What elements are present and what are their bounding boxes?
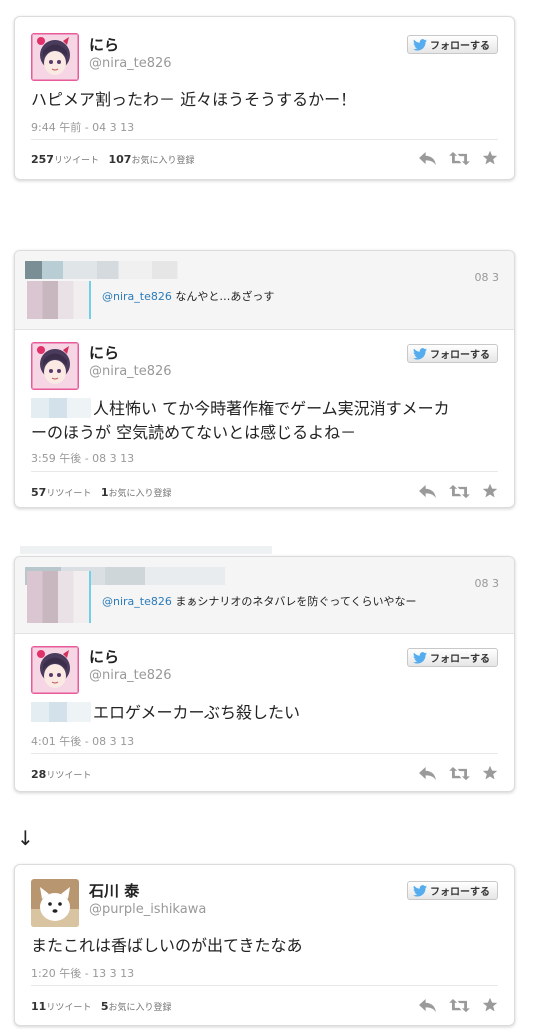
redacted-strip	[20, 546, 272, 554]
user-handle[interactable]: @nira_te826	[89, 364, 172, 379]
reply-body: まぁシナリオのネタバレを防ぐってくらいやなー	[171, 595, 417, 608]
tweet-stats: 28リツイート	[31, 768, 97, 781]
tweet-text: 人柱怖い てか今時著作権でゲーム実況消すメーカ ーのほうが 空気読めてないとは感…	[31, 397, 450, 445]
in-reply-to[interactable]: @nira_te826 まぁシナリオのネタバレを防ぐってくらいやなー 08 3	[15, 557, 514, 634]
reply-icon[interactable]	[418, 998, 437, 1013]
favorite-star-icon[interactable]	[482, 483, 498, 499]
reply-mention[interactable]: @nira_te826	[102, 595, 172, 608]
avatar[interactable]	[31, 879, 79, 927]
retweet-label: リツイート	[46, 771, 92, 781]
retweet-label: リツイート	[53, 156, 99, 166]
avatar[interactable]	[31, 342, 79, 390]
favorite-label: お気に入り登録	[131, 156, 195, 166]
retweet-count[interactable]: 57	[31, 486, 46, 499]
reply-date[interactable]: 08 3	[475, 577, 500, 590]
tweet-actions	[418, 997, 498, 1013]
user-handle[interactable]: @nira_te826	[89, 56, 172, 71]
reply-icon[interactable]	[418, 484, 437, 499]
reply-icon[interactable]	[418, 766, 437, 781]
user-name[interactable]: にら	[89, 342, 119, 363]
tweet-card-2: @nira_te826 なんやと…あざっす 08 3 にら @nira_te82…	[14, 250, 515, 508]
reply-body: なんやと…あざっす	[171, 290, 275, 303]
retweet-count[interactable]: 11	[31, 1000, 46, 1013]
user-handle[interactable]: @purple_ishikawa	[89, 902, 206, 917]
redacted-avatar	[27, 571, 91, 623]
favorite-star-icon[interactable]	[482, 150, 498, 166]
retweet-icon[interactable]	[449, 151, 470, 166]
tweet-timestamp[interactable]: 9:44 午前 - 04 3 13	[31, 119, 134, 135]
reply-text: @nira_te826 まぁシナリオのネタバレを防ぐってくらいやなー	[102, 593, 417, 609]
follow-button[interactable]: フォローする	[407, 344, 498, 363]
follow-label: フォローする	[430, 887, 490, 898]
tweet-timestamp[interactable]: 4:01 午後 - 08 3 13	[31, 733, 134, 749]
user-name[interactable]: にら	[89, 34, 119, 55]
retweet-icon[interactable]	[449, 484, 470, 499]
tweet-text: またこれは香ばしいのが出てきたなあ	[31, 936, 303, 955]
favorite-label: お気に入り登録	[108, 1003, 172, 1013]
tweet-card-4: 石川 泰 @purple_ishikawa フォローする またこれは香ばしいのが…	[14, 864, 515, 1026]
tweet-actions	[418, 483, 498, 499]
user-name[interactable]: 石川 泰	[89, 880, 139, 901]
redacted-name	[25, 261, 237, 279]
twitter-bird-icon	[413, 348, 427, 360]
divider	[31, 753, 498, 754]
follow-button[interactable]: フォローする	[407, 35, 498, 54]
down-arrow: ↓	[17, 826, 34, 850]
tweet-card-1: にら @nira_te826 フォローする ハピメア割ったわ－ 近々ほうそうする…	[14, 16, 515, 180]
follow-button[interactable]: フォローする	[407, 881, 498, 900]
user-handle[interactable]: @nira_te826	[89, 668, 172, 683]
twitter-bird-icon	[413, 652, 427, 664]
retweet-icon[interactable]	[449, 766, 470, 781]
favorite-label: お気に入り登録	[108, 489, 172, 499]
reply-icon[interactable]	[418, 151, 437, 166]
tweet-text-content: エロゲメーカーぶち殺したい	[93, 703, 301, 722]
redacted-mention	[31, 702, 91, 722]
retweet-label: リツイート	[46, 489, 92, 499]
avatar[interactable]	[31, 33, 79, 81]
retweet-count[interactable]: 28	[31, 768, 46, 781]
redacted-mention	[31, 398, 91, 418]
retweet-icon[interactable]	[449, 998, 470, 1013]
tweet-stats: 57リツイート 1お気に入り登録	[31, 486, 178, 499]
tweet-text-line-2: ーのほうが 空気読めてないとは感じるよね－	[31, 423, 357, 442]
tweet-card-3: @nira_te826 まぁシナリオのネタバレを防ぐってくらいやなー 08 3 …	[14, 556, 515, 792]
tweet-stats: 257リツイート 107お気に入り登録	[31, 153, 200, 166]
tweet-actions	[418, 150, 498, 166]
tweet-timestamp[interactable]: 1:20 午後 - 13 3 13	[31, 965, 134, 981]
user-name[interactable]: にら	[89, 646, 119, 667]
favorite-star-icon[interactable]	[482, 765, 498, 781]
divider	[31, 471, 498, 472]
tweet-stats: 11リツイート 5お気に入り登録	[31, 1000, 178, 1013]
retweet-label: リツイート	[46, 1003, 92, 1013]
divider	[31, 985, 498, 986]
favorite-star-icon[interactable]	[482, 997, 498, 1013]
divider	[31, 139, 498, 140]
tweet-actions	[418, 765, 498, 781]
reply-date[interactable]: 08 3	[475, 271, 500, 284]
follow-button[interactable]: フォローする	[407, 648, 498, 667]
tweet-text-line-1-content: 人柱怖い てか今時著作権でゲーム実況消すメーカ	[93, 399, 450, 418]
twitter-bird-icon	[413, 39, 427, 51]
avatar[interactable]	[31, 646, 79, 694]
twitter-bird-icon	[413, 885, 427, 897]
tweet-text-line-1: 人柱怖い てか今時著作権でゲーム実況消すメーカ	[31, 397, 450, 421]
follow-label: フォローする	[430, 41, 490, 52]
redacted-avatar	[27, 281, 91, 319]
in-reply-to[interactable]: @nira_te826 なんやと…あざっす 08 3	[15, 251, 514, 330]
tweet-text: ハピメア割ったわ－ 近々ほうそうするかー！	[31, 90, 357, 109]
retweet-count[interactable]: 257	[31, 153, 54, 166]
follow-label: フォローする	[430, 654, 490, 665]
favorite-count[interactable]: 107	[108, 153, 131, 166]
tweet-timestamp[interactable]: 3:59 午後 - 08 3 13	[31, 450, 134, 466]
reply-text: @nira_te826 なんやと…あざっす	[102, 288, 274, 304]
tweet-text: エロゲメーカーぶち殺したい	[31, 701, 300, 725]
reply-mention[interactable]: @nira_te826	[102, 290, 172, 303]
follow-label: フォローする	[430, 350, 490, 361]
